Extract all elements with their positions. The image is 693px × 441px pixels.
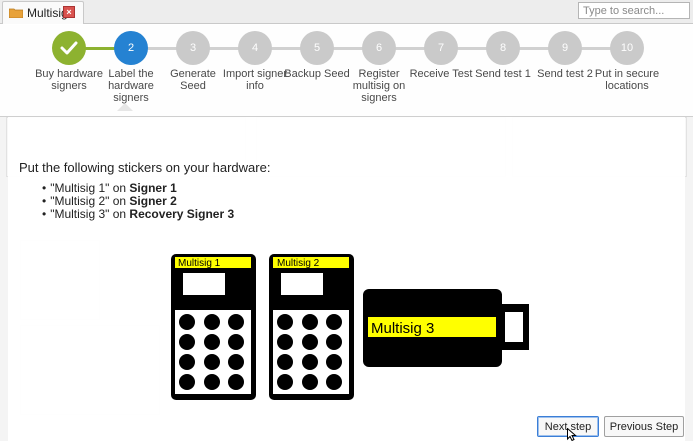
sticker-list: "Multisig 1" on Signer 1 "Multisig 2" on… — [42, 182, 234, 221]
tab-multisig[interactable]: Multisig × — [2, 1, 84, 24]
list-item: "Multisig 3" on Recovery Signer 3 — [42, 208, 234, 221]
app-window: Multisig × Buy hardware signers 2 Label … — [0, 0, 693, 441]
keypad-signer-device-1: Multisig 1 — [171, 254, 256, 400]
step-circle: 4 — [238, 31, 272, 65]
step-label: Send test 1 — [475, 68, 531, 80]
folder-icon — [9, 8, 23, 18]
step-circle: 10 — [610, 31, 644, 65]
sticker-label-3: Multisig 3 — [371, 320, 434, 337]
step-label: Put in secure locations — [594, 68, 660, 92]
sticker-label-1: Multisig 1 — [178, 258, 221, 269]
tab-label: Multisig — [27, 6, 68, 20]
step-label: Buy hardware signers — [35, 68, 103, 92]
step-label: Generate Seed — [170, 68, 216, 92]
step-label: Send test 2 — [537, 68, 593, 80]
search-input[interactable] — [578, 2, 690, 19]
step-label: Register multisig on signers — [352, 68, 406, 104]
usb-signer-device-3: Multisig 3 — [363, 289, 529, 367]
step-circle: 8 — [486, 31, 520, 65]
keypad-signer-device-2: Multisig 2 — [269, 254, 354, 400]
previous-step-button[interactable]: Previous Step — [604, 416, 684, 437]
step-circle: 9 — [548, 31, 582, 65]
close-icon[interactable]: × — [63, 6, 75, 18]
tab-bar: Multisig × — [0, 0, 693, 24]
hardware-signers-illustration: Multisig 1 Multisig 2 Multisig 3 — [171, 254, 529, 400]
step-circle: 7 — [424, 31, 458, 65]
step-circle: 5 — [300, 31, 334, 65]
check-icon — [60, 41, 78, 55]
instruction-text: Put the following stickers on your hardw… — [19, 160, 271, 175]
step-circle — [52, 31, 86, 65]
step-label: Import signer info — [222, 68, 288, 92]
wizard-stepper: Buy hardware signers 2 Label the hardwar… — [0, 25, 693, 117]
stepper-divider — [0, 116, 693, 117]
step-circle: 2 — [114, 31, 148, 65]
active-step-pointer — [117, 103, 133, 111]
sticker-label-2: Multisig 2 — [277, 258, 320, 269]
mouse-cursor-icon — [567, 428, 577, 441]
step-label: Backup Seed — [284, 68, 350, 80]
step-circle: 3 — [176, 31, 210, 65]
step-circle: 6 — [362, 31, 396, 65]
step-label: Label the hardware signers — [108, 68, 154, 104]
step-label: Receive Test — [409, 68, 473, 80]
